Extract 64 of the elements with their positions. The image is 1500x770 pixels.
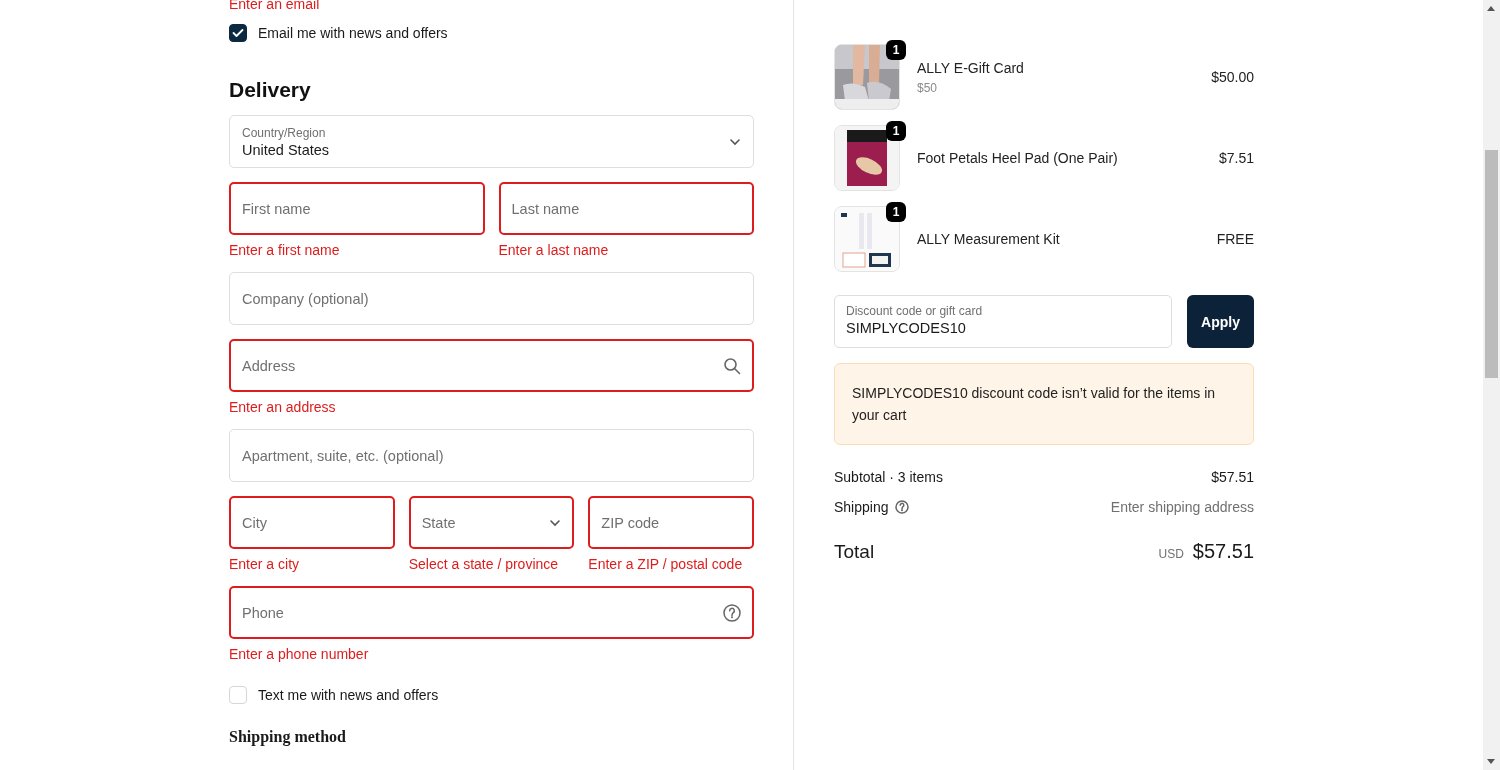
error-message: Enter a city — [229, 556, 301, 572]
input-field[interactable]: Apartment, suite, etc. (optional) — [229, 429, 754, 482]
quantity-badge: 1 — [886, 40, 906, 60]
error-message: Select a state / province — [408, 556, 560, 572]
product-name: ALLY E-Gift Card — [917, 59, 1025, 76]
error-message: Enter a phone number — [229, 646, 370, 662]
select-field[interactable]: Country/Region United States — [229, 115, 754, 168]
field-value: SIMPLYCODES10 — [846, 320, 967, 336]
checkmark-icon — [232, 28, 244, 38]
placeholder: ZIP code — [601, 514, 661, 531]
checkbox-label: Text me with news and offers — [258, 687, 439, 703]
error-message: Enter a first name — [229, 242, 341, 258]
chevron-down-icon — [549, 518, 562, 527]
placeholder: Company (optional) — [242, 290, 370, 307]
shipping-value: Enter shipping address — [1110, 499, 1254, 515]
input-field[interactable]: Phone — [229, 586, 754, 639]
product-variant: $50 — [917, 80, 939, 95]
input-field[interactable]: City — [229, 496, 395, 549]
chevron-down-icon — [729, 137, 741, 146]
help-icon — [894, 500, 909, 514]
input-field[interactable]: ZIP code — [588, 496, 754, 549]
placeholder: Apartment, suite, etc. (optional) — [242, 447, 445, 464]
field-value: United States — [242, 141, 331, 158]
scroll-up-icon[interactable] — [1487, 6, 1495, 11]
error-message: Enter a last name — [498, 242, 610, 258]
input-field[interactable]: Company (optional) — [229, 272, 754, 325]
checkbox-label: Email me with news and offers — [258, 25, 448, 41]
help-icon — [723, 603, 741, 622]
scroll-thumb[interactable] — [1485, 150, 1498, 378]
product-price: $50.00 — [1211, 69, 1254, 85]
scroll-down-icon[interactable] — [1487, 759, 1495, 764]
subtotal-value: $57.51 — [1211, 469, 1254, 485]
error-message: Enter a ZIP / postal code — [588, 556, 744, 572]
placeholder: First name — [242, 200, 312, 217]
currency-code: USD — [1158, 547, 1184, 561]
input-field[interactable]: First name — [229, 182, 485, 235]
product-price: FREE — [1216, 231, 1254, 247]
input-field[interactable]: Address — [229, 339, 754, 392]
section-heading: Shipping method — [229, 728, 347, 745]
total-label: Total — [834, 540, 875, 563]
input-field[interactable]: Last name — [498, 182, 754, 235]
placeholder: City — [242, 514, 268, 531]
discount-field[interactable]: Discount code or gift card SIMPLYCODES10 — [834, 295, 1172, 348]
product-name: Foot Petals Heel Pad (One Pair) — [917, 150, 1119, 166]
select-field[interactable]: State — [408, 496, 575, 549]
field-label: Country/Region — [242, 125, 327, 140]
error-message: Enter an address — [229, 399, 337, 415]
placeholder: State — [421, 514, 457, 531]
field-label: Discount code or gift card — [846, 304, 984, 318]
search-icon — [723, 356, 741, 375]
apply-button[interactable]: Apply — [1187, 295, 1254, 348]
total-value: $57.51 — [1192, 540, 1254, 563]
quantity-badge: 1 — [886, 202, 906, 222]
checkbox[interactable] — [229, 24, 247, 42]
placeholder: Address — [242, 357, 297, 374]
product-price: $7.51 — [1218, 150, 1254, 166]
product-name: ALLY Measurement Kit — [917, 231, 1061, 247]
placeholder: Phone — [242, 604, 285, 621]
placeholder: Last name — [511, 200, 581, 217]
section-heading: Delivery — [229, 78, 312, 102]
subtotal-label: Subtotal · 3 items — [834, 469, 943, 485]
warning-banner: SIMPLYCODES10 discount code isn’t valid for the items in your cart — [834, 363, 1254, 445]
shipping-label: Shipping — [834, 499, 889, 515]
quantity-badge: 1 — [886, 121, 906, 141]
